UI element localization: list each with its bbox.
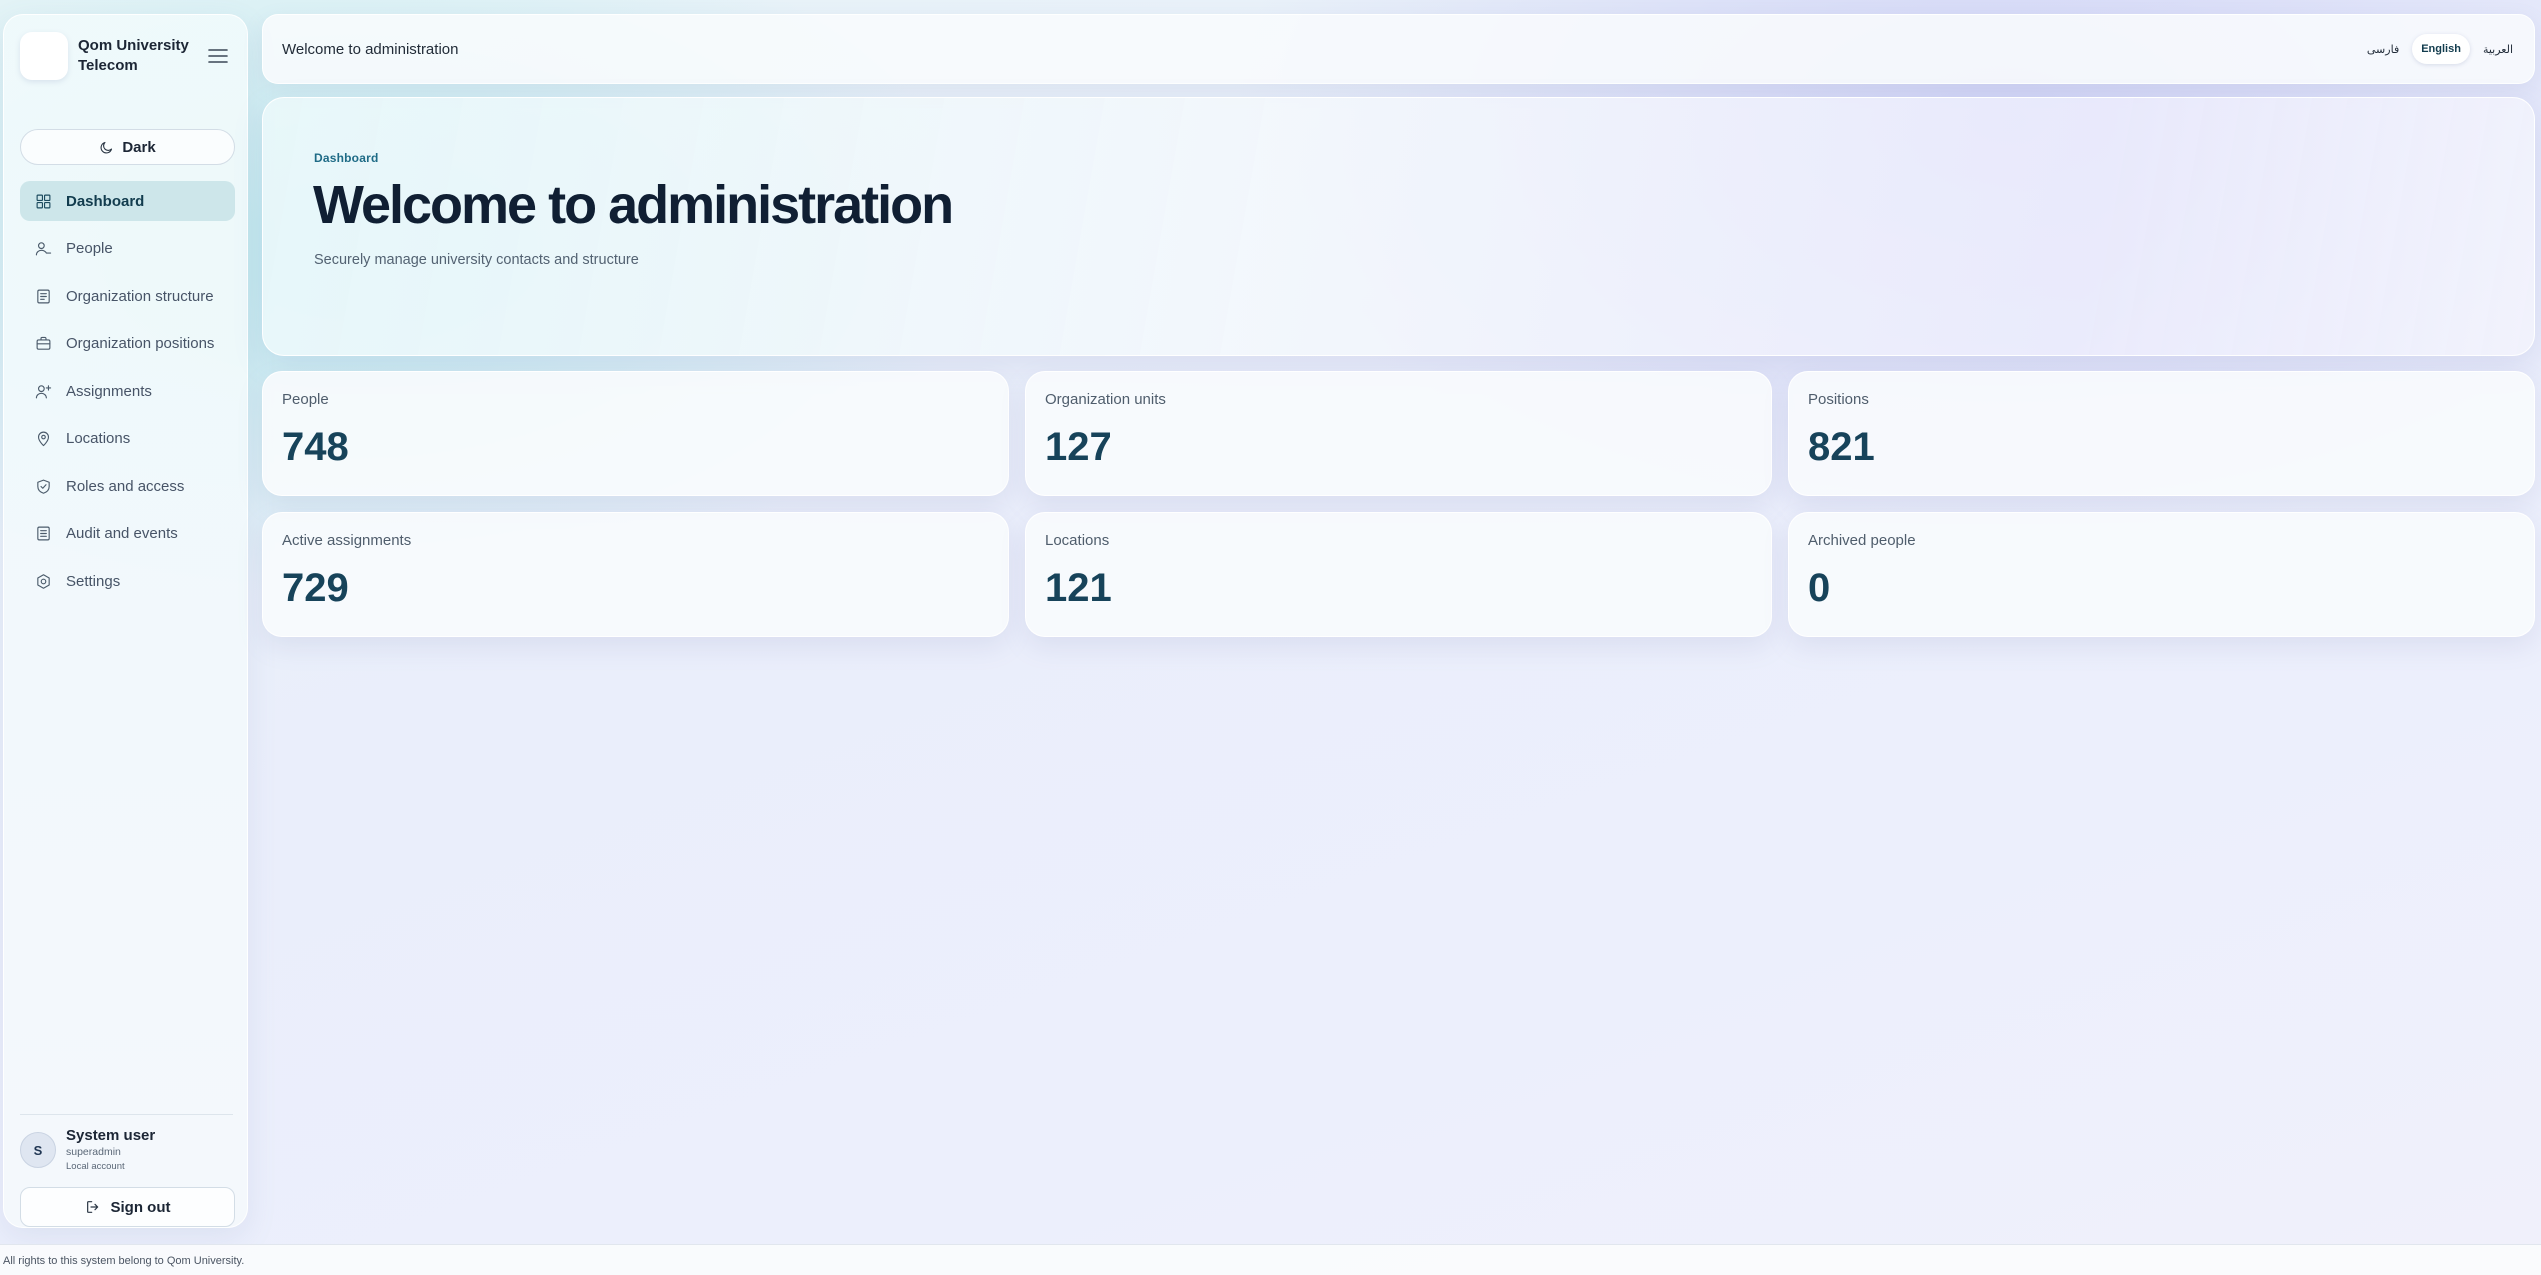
hamburger-icon <box>208 49 228 63</box>
sidebar-item-assignments[interactable]: Assignments <box>20 371 235 411</box>
sidebar-item-dashboard[interactable]: Dashboard <box>20 181 235 221</box>
hero-banner: Dashboard Welcome to administration Secu… <box>262 97 2535 356</box>
user-plus-icon <box>34 382 52 400</box>
sidebar-item-organization-structure[interactable]: Organization structure <box>20 276 235 316</box>
stat-value: 127 <box>1045 425 1112 469</box>
stat-card-positions: Positions 821 <box>1788 371 2535 496</box>
language-option-english[interactable]: English <box>2412 34 2470 64</box>
stat-value: 748 <box>282 425 349 469</box>
user-name: System user <box>66 1127 156 1144</box>
page-title: Welcome to administration <box>313 175 954 235</box>
user-account-type: Local account <box>66 1161 125 1172</box>
sidebar: Qom University Telecom Dark Dashboard Pe… <box>3 14 248 1228</box>
stat-value: 0 <box>1808 566 1831 610</box>
theme-toggle-button[interactable]: Dark <box>20 129 235 165</box>
sidebar-item-label: Roles and access <box>66 477 185 495</box>
moon-icon <box>100 141 113 153</box>
sidebar-item-label: Settings <box>66 572 121 590</box>
stat-card-people: People 748 <box>262 371 1009 496</box>
footer: All rights to this system belong to Qom … <box>0 1244 2541 1275</box>
stat-label: Positions <box>1808 391 1869 408</box>
person-icon <box>34 240 52 258</box>
sidebar-item-label: Assignments <box>66 382 152 400</box>
stat-label: People <box>282 391 329 408</box>
sign-out-icon <box>86 1201 98 1213</box>
sidebar-item-label: Locations <box>66 430 131 447</box>
sidebar-item-audit-and-events[interactable]: Audit and events <box>20 514 235 554</box>
hero-kicker: Dashboard <box>314 151 379 165</box>
sidebar-item-label: Dashboard <box>66 192 145 210</box>
stat-label: Organization units <box>1045 391 1166 408</box>
sidebar-item-locations[interactable]: Locations <box>20 419 235 459</box>
stat-value: 121 <box>1045 566 1112 610</box>
avatar: S <box>20 1132 56 1168</box>
stats-grid: People 748 Organization units 127 Positi… <box>262 371 2535 637</box>
sign-out-label: Sign out <box>110 1198 171 1216</box>
stat-value: 729 <box>282 566 349 610</box>
brand-logo <box>20 32 68 80</box>
user-profile: S System user superadmin Local account <box>20 1125 235 1175</box>
stat-card-organization-units: Organization units 127 <box>1025 371 1772 496</box>
stat-card-active-assignments: Active assignments 729 <box>262 512 1009 637</box>
sidebar-item-people[interactable]: People <box>20 229 235 269</box>
gear-icon <box>34 572 52 590</box>
sidebar-item-label: Organization structure <box>66 287 214 305</box>
sidebar-item-settings[interactable]: Settings <box>20 561 235 601</box>
sidebar-item-roles-and-access[interactable]: Roles and access <box>20 466 235 506</box>
user-login: superadmin <box>66 1146 121 1158</box>
language-switcher: فارسی English العربية <box>2358 34 2522 64</box>
footer-copyright: All rights to this system belong to Qom … <box>3 1255 245 1267</box>
sign-out-button[interactable]: Sign out <box>20 1187 235 1227</box>
stat-label: Active assignments <box>282 532 412 549</box>
language-option-arabic[interactable]: العربية <box>2474 34 2522 64</box>
shield-check-icon <box>34 477 52 495</box>
clipboard-icon <box>34 525 52 543</box>
stat-card-archived-people: Archived people 0 <box>1788 512 2535 637</box>
brand-name: Qom University Telecom <box>78 37 189 74</box>
sidebar-item-label: Organization positions <box>66 335 215 352</box>
grid-icon <box>34 192 52 210</box>
document-icon <box>34 287 52 305</box>
topbar: Welcome to administration فارسی English … <box>262 14 2535 84</box>
menu-toggle-button[interactable] <box>203 41 233 71</box>
language-option-farsi[interactable]: فارسی <box>2358 34 2408 64</box>
sidebar-item-organization-positions[interactable]: Organization positions <box>20 324 235 364</box>
sidebar-item-label: Audit and events <box>66 525 178 542</box>
theme-toggle-label: Dark <box>122 138 156 156</box>
stat-label: Locations <box>1045 532 1110 549</box>
stat-value: 821 <box>1808 425 1875 469</box>
brand: Qom University Telecom <box>20 31 233 81</box>
sidebar-nav: Dashboard People Organization structure … <box>20 181 235 609</box>
hero-subtitle: Securely manage university contacts and … <box>314 252 639 268</box>
user-info: System user superadmin Local account <box>66 1127 155 1173</box>
sidebar-item-label: People <box>66 240 113 257</box>
map-pin-icon <box>34 430 52 448</box>
topbar-title: Welcome to administration <box>282 40 459 58</box>
stat-label: Archived people <box>1808 532 1916 549</box>
stat-card-locations: Locations 121 <box>1025 512 1772 637</box>
sidebar-divider <box>20 1114 233 1115</box>
briefcase-icon <box>34 335 52 353</box>
